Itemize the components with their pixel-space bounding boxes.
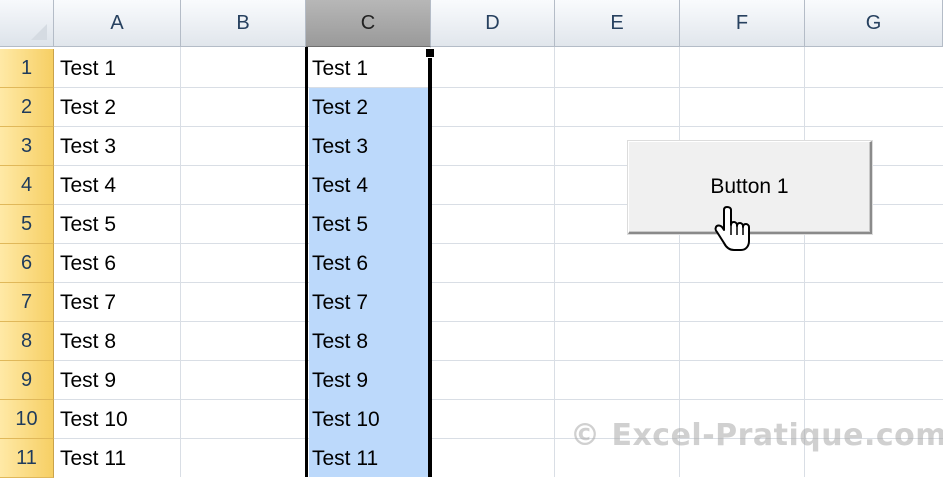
row-header[interactable]: 9	[0, 361, 54, 400]
column-header-f[interactable]: F	[680, 0, 805, 47]
cell-a11[interactable]: Test 11	[54, 439, 181, 478]
select-all-triangle-icon	[31, 24, 47, 40]
cell-grid[interactable]	[54, 47, 943, 477]
cell-a7[interactable]: Test 7	[54, 283, 181, 322]
cell-c1-active[interactable]: Test 1	[306, 49, 431, 88]
form-button-label: Button 1	[710, 175, 789, 198]
cell-a9[interactable]: Test 9	[54, 361, 181, 400]
row-header[interactable]: 3	[0, 127, 54, 166]
column-header-g[interactable]: G	[805, 0, 943, 47]
column-header-c[interactable]: C	[306, 0, 431, 47]
cell-a2[interactable]: Test 2	[54, 88, 181, 127]
row-header[interactable]: 10	[0, 400, 54, 439]
hand-pointer-cursor-icon	[714, 206, 750, 251]
row-header[interactable]: 8	[0, 322, 54, 361]
row-header[interactable]: 4	[0, 166, 54, 205]
column-header-b[interactable]: B	[181, 0, 306, 47]
cell-a1[interactable]: Test 1	[54, 49, 181, 88]
cell-a8[interactable]: Test 8	[54, 322, 181, 361]
spreadsheet: A B C D E F G 1 2 3 4 5 6 7 8 9 10 11 Te…	[0, 0, 943, 478]
column-header-a[interactable]: A	[54, 0, 181, 47]
cell-c6[interactable]: Test 6	[306, 244, 431, 283]
row-header[interactable]: 6	[0, 244, 54, 283]
watermark: © Excel-Pratique.com	[570, 418, 943, 453]
cell-c5[interactable]: Test 5	[306, 205, 431, 244]
cell-a4[interactable]: Test 4	[54, 166, 181, 205]
row-header[interactable]: 5	[0, 205, 54, 244]
cell-c4[interactable]: Test 4	[306, 166, 431, 205]
cell-c7[interactable]: Test 7	[306, 283, 431, 322]
column-header-e[interactable]: E	[555, 0, 680, 47]
cell-c11[interactable]: Test 11	[306, 439, 431, 478]
column-header-d[interactable]: D	[431, 0, 555, 47]
cell-a10[interactable]: Test 10	[54, 400, 181, 439]
column-header-bar: A B C D E F G	[0, 0, 943, 47]
cell-c2[interactable]: Test 2	[306, 88, 431, 127]
row-header[interactable]: 2	[0, 88, 54, 127]
cell-a5[interactable]: Test 5	[54, 205, 181, 244]
row-header[interactable]: 1	[0, 49, 54, 88]
cell-c3[interactable]: Test 3	[306, 127, 431, 166]
select-all-corner[interactable]	[0, 0, 54, 47]
cell-c10[interactable]: Test 10	[306, 400, 431, 439]
fill-handle[interactable]	[425, 48, 435, 58]
cell-c9[interactable]: Test 9	[306, 361, 431, 400]
row-header[interactable]: 7	[0, 283, 54, 322]
row-header[interactable]: 11	[0, 439, 54, 478]
cell-a6[interactable]: Test 6	[54, 244, 181, 283]
cell-c8[interactable]: Test 8	[306, 322, 431, 361]
cell-a3[interactable]: Test 3	[54, 127, 181, 166]
